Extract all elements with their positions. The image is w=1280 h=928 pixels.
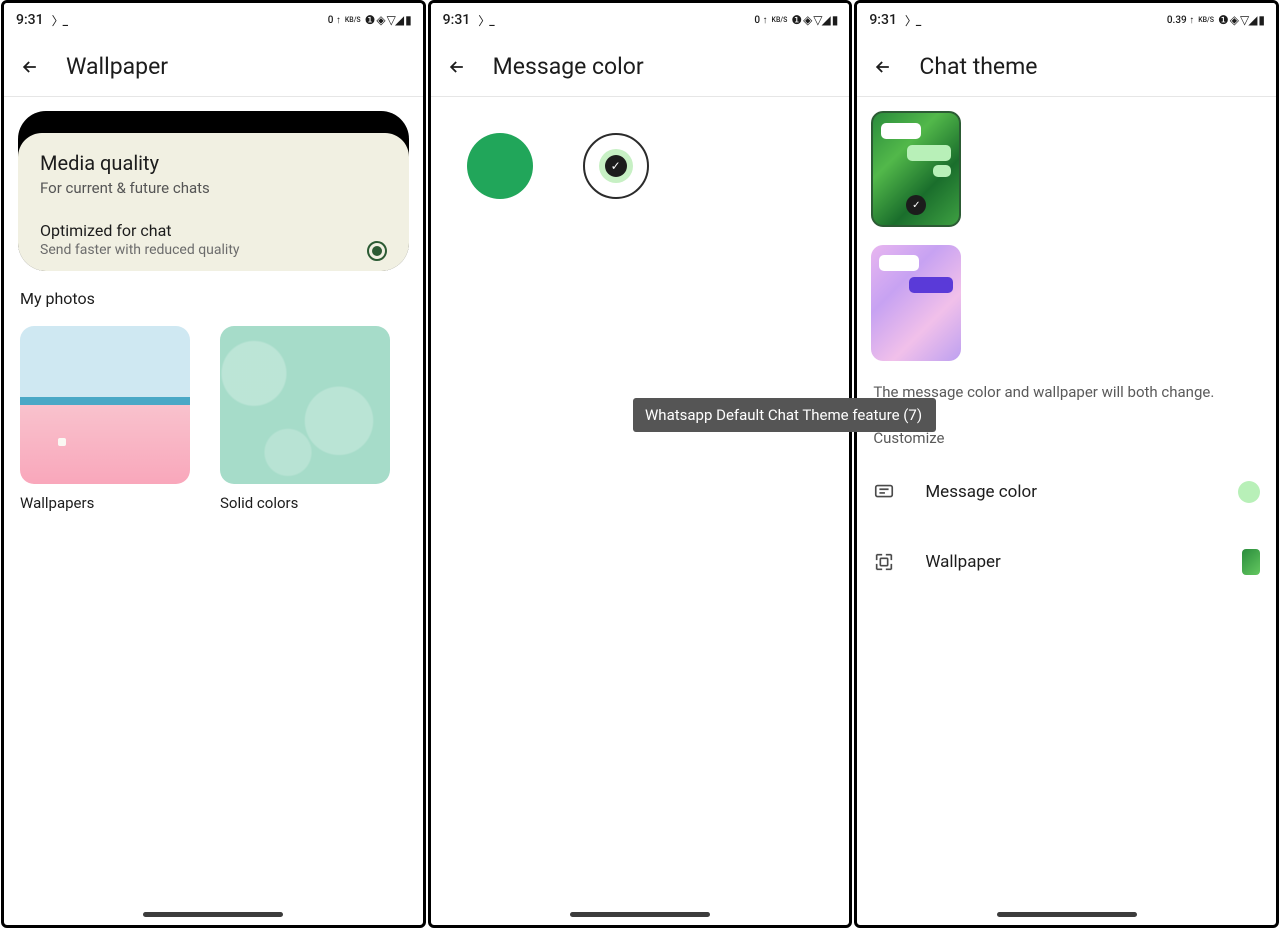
media-quality-title: Media quality	[40, 151, 387, 175]
theme-purple[interactable]	[871, 245, 961, 361]
tooltip: Whatsapp Default Chat Theme feature (7)	[633, 398, 936, 432]
solid-colors-tile[interactable]: Solid colors	[220, 326, 390, 512]
solid-colors-image	[220, 326, 390, 484]
wallpapers-label: Wallpapers	[20, 494, 190, 512]
my-photos-label: My photos	[20, 289, 407, 308]
back-icon[interactable]	[873, 57, 893, 77]
status-bar: 9:31 〉_ 0 ↑ KB/S ❶ ◈ ▽◢ ▮	[4, 3, 423, 37]
bubble-icon	[881, 123, 921, 139]
menu-message-color[interactable]: Message color	[857, 457, 1276, 527]
status-icons: 0.39 ↑ KB/S ❶ ◈ ▽◢ ▮	[1167, 13, 1264, 27]
terminal-icon: 〉_	[478, 12, 493, 29]
page-title: Chat theme	[919, 53, 1037, 80]
phone-chat-theme: 9:31 〉_ 0.39 ↑ KB/S ❶ ◈ ▽◢ ▮ Chat theme …	[854, 0, 1279, 928]
app-bar: Wallpaper	[4, 37, 423, 97]
app-bar: Chat theme	[857, 37, 1276, 97]
clock: 9:31	[443, 12, 471, 28]
back-icon[interactable]	[20, 57, 40, 77]
wallpaper-icon	[873, 551, 895, 573]
message-color-label: Message color	[925, 482, 1208, 502]
media-quality-sub: For current & future chats	[40, 179, 387, 197]
wallpaper-label: Wallpaper	[925, 552, 1212, 572]
page-title: Wallpaper	[66, 53, 168, 80]
color-swatch-icon	[1238, 481, 1260, 503]
clock: 9:31	[869, 12, 897, 28]
nav-handle[interactable]	[570, 912, 710, 917]
radio-selected-icon[interactable]	[367, 241, 387, 261]
theme-green-selected[interactable]: ✓	[871, 111, 961, 227]
message-icon	[873, 481, 895, 503]
solid-colors-label: Solid colors	[220, 494, 390, 512]
nav-handle[interactable]	[143, 912, 283, 917]
terminal-icon: 〉_	[52, 12, 67, 29]
bubble-icon	[909, 277, 953, 293]
back-icon[interactable]	[447, 57, 467, 77]
wallpapers-tile[interactable]: Wallpapers	[20, 326, 190, 512]
phone-message-color: 9:31 〉_ 0 ↑ KB/S ❶ ◈ ▽◢ ▮ Message color …	[428, 0, 853, 928]
menu-wallpaper[interactable]: Wallpaper	[857, 527, 1276, 597]
phone-wallpaper: 9:31 〉_ 0 ↑ KB/S ❶ ◈ ▽◢ ▮ Wallpaper Medi…	[1, 0, 426, 928]
optimized-sub: Send faster with reduced quality	[40, 242, 387, 258]
status-icons: 0 ↑ KB/S ❶ ◈ ▽◢ ▮	[754, 13, 837, 27]
nav-handle[interactable]	[997, 912, 1137, 917]
status-bar: 9:31 〉_ 0 ↑ KB/S ❶ ◈ ▽◢ ▮	[431, 3, 850, 37]
color-swatch-light-selected[interactable]: ✓	[583, 133, 649, 199]
checkmark-icon: ✓	[906, 195, 926, 215]
status-icons: 0 ↑ KB/S ❶ ◈ ▽◢ ▮	[328, 13, 411, 27]
bubble-icon	[933, 165, 951, 177]
app-bar: Message color	[431, 37, 850, 97]
clock: 9:31	[16, 12, 44, 28]
status-bar: 9:31 〉_ 0.39 ↑ KB/S ❶ ◈ ▽◢ ▮	[857, 3, 1276, 37]
bubble-icon	[879, 255, 919, 271]
terminal-icon: 〉_	[905, 12, 920, 29]
color-swatch-green[interactable]	[467, 133, 533, 199]
media-quality-preview: Media quality For current & future chats…	[18, 111, 409, 271]
wallpapers-image	[20, 326, 190, 484]
optimized-title: Optimized for chat	[40, 221, 387, 240]
checkmark-icon: ✓	[605, 155, 627, 177]
page-title: Message color	[493, 53, 644, 80]
bubble-icon	[907, 145, 951, 161]
wallpaper-thumb-icon	[1242, 549, 1260, 575]
